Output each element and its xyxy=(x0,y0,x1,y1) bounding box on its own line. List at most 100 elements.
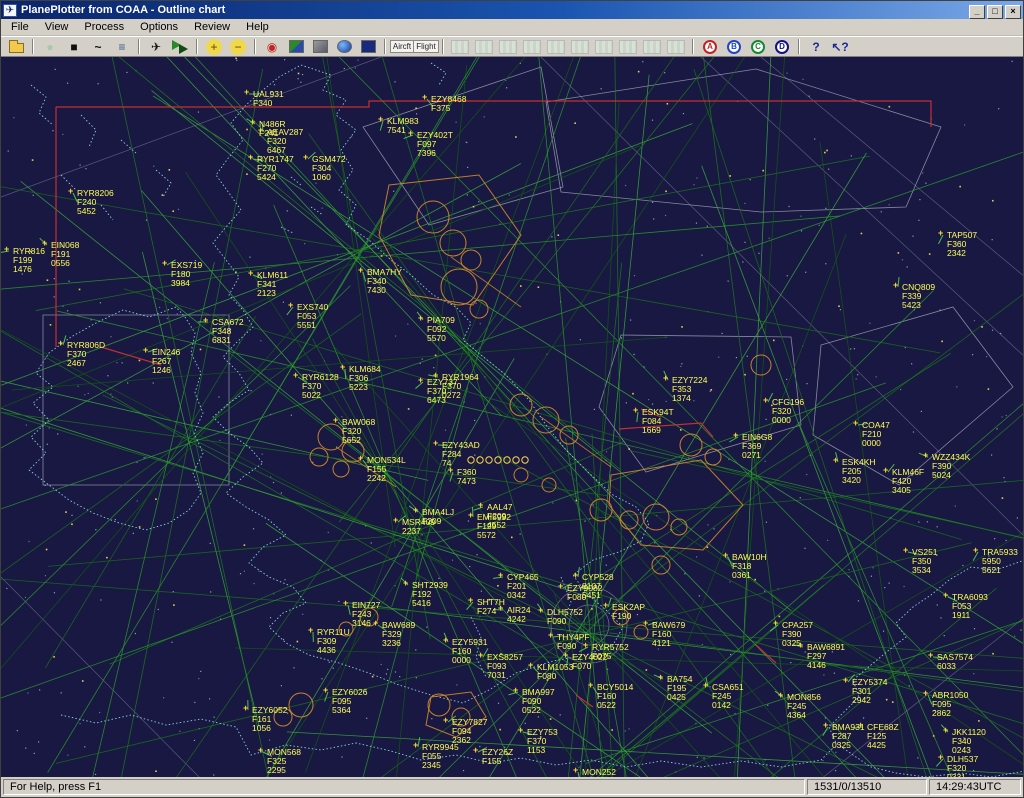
graph-button[interactable] xyxy=(285,37,307,56)
aircraft-label-ezy753[interactable]: +EZY753F3701153 xyxy=(527,728,558,755)
aircraft-label-coa47[interactable]: +COA47F2100000 xyxy=(862,421,890,448)
menu-item-file[interactable]: File xyxy=(3,19,37,35)
aircraft-label-tra5933[interactable]: +TRA593359505621 xyxy=(982,548,1018,575)
close-button[interactable]: × xyxy=(1005,5,1021,19)
aircraft-label-mon252[interactable]: +MON252F1700220 xyxy=(582,768,616,777)
menu-item-process[interactable]: Process xyxy=(76,19,132,35)
aircraft-label-esk94t[interactable]: +ESK94TF0841669 xyxy=(642,408,674,435)
aircraft-label-klm684[interactable]: +KLM684F3065223 xyxy=(349,365,381,392)
aircraft-label-klm46f[interactable]: +KLM46FF4203405 xyxy=(892,468,924,495)
aircraft-label-mon568[interactable]: +MON568F3252295 xyxy=(267,748,301,775)
aircraft-label-vs251[interactable]: +VS251F3503534 xyxy=(912,548,938,575)
aircraft-label-ezy7827[interactable]: +EZY7827F0942362 xyxy=(452,718,487,745)
aircraft-label-cnq809[interactable]: +CNQ809F3395423 xyxy=(902,283,935,310)
aircraft-label-ein6g8[interactable]: +EIN6G8F3690271 xyxy=(742,433,772,460)
aircraft-label-esk2ap[interactable]: +ESK2APF190 xyxy=(612,603,645,621)
aircraft-label-ezy402t[interactable]: +EZY402TF0977396 xyxy=(417,131,453,158)
stop-processing-button[interactable]: ■ xyxy=(63,37,85,56)
chart-area[interactable]: +UAL931F340 +EZY8468F375 +KLM9837541+EZY40… xyxy=(1,57,1023,777)
marker-d-button[interactable]: D xyxy=(771,37,793,56)
aircraft-label-ryr1747[interactable]: +RYR1747F2705424 xyxy=(257,155,294,182)
aircraft-label-sht2939[interactable]: +SHT2939F1925416 xyxy=(412,581,448,608)
aircraft-label-aeav287[interactable]: +AEAV287F3206467 xyxy=(267,128,303,155)
tools-button[interactable] xyxy=(309,37,331,56)
aircraft-view-button[interactable]: ✈ xyxy=(145,37,167,56)
aircraft-label-pia709[interactable]: +PIA709F0925570 xyxy=(427,316,455,343)
aircraft-label-klm983[interactable]: +KLM9837541 xyxy=(387,117,419,135)
aircraft-label-wzz434k[interactable]: +WZZ434KF3905024 xyxy=(932,453,970,480)
aircraft-label-tra6093[interactable]: +TRA6093F0531911 xyxy=(952,593,988,620)
menu-item-view[interactable]: View xyxy=(37,19,77,35)
aircraft-label-bcy5014[interactable]: +BCY5014F1600522 xyxy=(597,683,633,710)
aircraft-label-esk4kh[interactable]: +ESK4KHF2053420 xyxy=(842,458,876,485)
aircraft-label-cfe68z[interactable]: +CFE68ZF1254425 xyxy=(867,723,899,750)
globe-button[interactable] xyxy=(333,37,355,56)
aircraft-label-exs8257[interactable]: +EXS8257F0937031 xyxy=(487,653,523,680)
signal-view-button[interactable]: ~ xyxy=(87,37,109,56)
flight-log-button[interactable]: Flight xyxy=(415,37,437,56)
aircraft-label-baw689[interactable]: +BAW689F3293236 xyxy=(382,621,415,648)
message-view-button[interactable]: ≡ xyxy=(111,37,133,56)
aircraft-label-ryr5752[interactable]: +RYR5752F075 xyxy=(592,643,629,661)
aircraft-label-ual931[interactable]: +UAL931F340 xyxy=(253,90,284,108)
start-processing-button[interactable]: ● xyxy=(39,37,61,56)
aircraft-label-ryr806d[interactable]: +RYR806DF3702467 xyxy=(67,341,105,368)
aircraft-label-csa672[interactable]: +CSA672F3486831 xyxy=(212,318,244,345)
aircraft-label-bma997[interactable]: +BMA997F0900522 xyxy=(522,688,555,715)
maximize-button[interactable]: □ xyxy=(987,5,1003,19)
aircraft-label-klm611[interactable]: +KLM611F3412123 xyxy=(257,271,288,298)
aircraft-label-cyp465[interactable]: +CYP465F2010342 xyxy=(507,573,539,600)
minimize-button[interactable]: _ xyxy=(969,5,985,19)
aircraft-label-mon856[interactable]: +MON856F2454364 xyxy=(787,693,821,720)
aircraft-label-ryr8206[interactable]: +RYR8206F2405452 xyxy=(77,189,114,216)
aircraft-label-baw10h[interactable]: +BAW10HF3180361 xyxy=(732,553,767,580)
title-bar[interactable]: ✈ PlanePlotter from COAA - Outline chart… xyxy=(1,1,1023,19)
aircraft-label-ezy8468[interactable]: +EZY8468F375 xyxy=(431,95,466,113)
marker-c-button[interactable]: C xyxy=(747,37,769,56)
aircraft-label-ezy26z[interactable]: +EZY26ZF155 xyxy=(482,748,513,766)
chart-view-button[interactable] xyxy=(169,37,191,56)
aircraft-label-ryr9945[interactable]: +RYR9945F0552345 xyxy=(422,743,459,770)
aircraft-label-gsm472[interactable]: +GSM472F3041060 xyxy=(312,155,346,182)
aircraft-label-ryr816[interactable]: +RYR816F1991476 xyxy=(13,247,45,274)
menu-item-help[interactable]: Help xyxy=(238,19,277,35)
aircraft-label-dlh537[interactable]: +DLH537F3200331 xyxy=(947,755,978,777)
aircraft-label-ryr11u[interactable]: +RYR11UF3094436 xyxy=(317,628,350,655)
aircraft-label-mon534l[interactable]: +MON534LF1552242 xyxy=(367,456,406,483)
aircraft-label-csa651[interactable]: +CSA651F2450142 xyxy=(712,683,744,710)
aircraft-label-tap507[interactable]: +TAP507F3602342 xyxy=(947,231,977,258)
aircraft-label-exs719[interactable]: +EXS719F1803984 xyxy=(171,261,202,288)
marker-b-button[interactable]: B xyxy=(723,37,745,56)
aircraft-label-jkk1120[interactable]: +JKK1120F3400243 xyxy=(952,728,986,755)
aircraft-label-sas7574[interactable]: +SAS75746033 xyxy=(937,653,973,671)
aircraft-label-ein068[interactable]: +EIN068F1910556 xyxy=(51,241,79,268)
aircraft-label-baw068[interactable]: +BAW068F3205652 xyxy=(342,418,375,445)
aircraft-label-cfg196[interactable]: +CFG196F3200000 xyxy=(772,398,804,425)
aircraft-label-emi5992[interactable]: +EMI5992F1295572 xyxy=(477,513,511,540)
aircraft-label-ezy7224[interactable]: +EZY7224F3531374 xyxy=(672,376,707,403)
aircraft-label-ezy5374[interactable]: +EZY5374F3012942 xyxy=(852,678,887,705)
aircraft-label-dlh5752[interactable]: +DLH5752F090 xyxy=(547,608,583,626)
aircraft-label-abr1050[interactable]: +ABR1050F0952862 xyxy=(932,691,968,718)
aircraft-label-ryr6128[interactable]: +RYR6128F3705022 xyxy=(302,373,339,400)
aircraft-label-ein246[interactable]: +EIN246F2671246 xyxy=(152,348,180,375)
aircraft-label-ezy43ad[interactable]: +EZY43ADF28474 xyxy=(442,441,480,468)
aircraft-label-f360[interactable]: +F3607473 xyxy=(457,468,476,486)
aircraft-label-baw6891[interactable]: +BAW6891F2974146 xyxy=(807,643,845,670)
zoom-in-button[interactable]: + xyxy=(203,37,225,56)
aircraft-label-ba754[interactable]: +BA754F1950425 xyxy=(667,675,693,702)
aircraft-label-ezy6052[interactable]: +EZY6052F1611056 xyxy=(252,706,287,733)
mlat-button[interactable] xyxy=(357,37,379,56)
aircraft-label-baw679[interactable]: +BAW679F1604121 xyxy=(652,621,685,648)
aircraft-label-ryr1964[interactable]: +RYR1964F3700272 xyxy=(442,373,479,400)
aircraft-label-ezy9082[interactable]: +EZY9082F080 xyxy=(567,584,602,602)
alarm-button[interactable]: ◉ xyxy=(261,37,283,56)
menu-item-options[interactable]: Options xyxy=(132,19,186,35)
zoom-out-button[interactable]: − xyxy=(227,37,249,56)
aircraft-label-bma7hy[interactable]: +BMA7HYF3407430 xyxy=(367,268,402,295)
aircraft-label-exs740[interactable]: +EXS740F0535551 xyxy=(297,303,328,330)
menu-item-review[interactable]: Review xyxy=(186,19,238,35)
aircraft-label-msr409[interactable]: +MSR4092237 xyxy=(402,518,435,536)
open-file-button[interactable] xyxy=(5,37,27,56)
aircraft-list-button[interactable]: Aircft xyxy=(391,37,413,56)
